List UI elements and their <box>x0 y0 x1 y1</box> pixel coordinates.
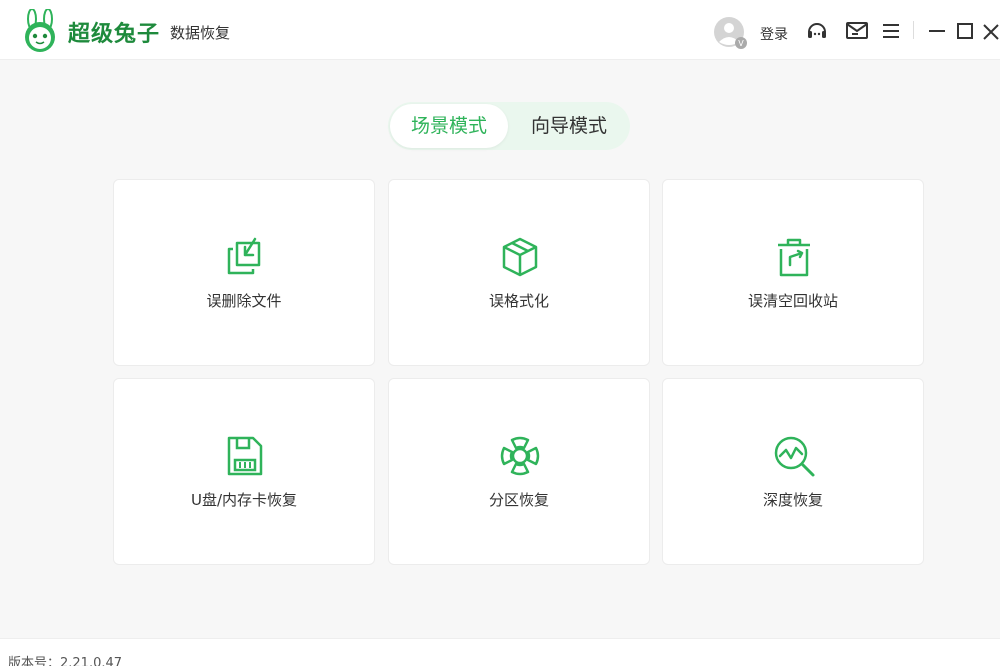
card-label: 分区恢复 <box>488 491 549 509</box>
card-label: 误格式化 <box>488 292 549 310</box>
title-bar: 超级兔子 数据恢复 V 登录 <box>0 0 1000 60</box>
card-recycle-bin[interactable]: 误清空回收站 <box>662 179 924 366</box>
card-partition[interactable]: 分区恢复 <box>388 378 650 565</box>
card-label: U盘/内存卡恢复 <box>190 491 298 509</box>
brand-name: 超级兔子 <box>68 21 161 47</box>
card-label: 误清空回收站 <box>747 292 838 310</box>
deep-scan-icon <box>774 436 815 477</box>
close-icon[interactable] <box>980 19 1000 43</box>
card-deep-scan[interactable]: 深度恢复 <box>662 378 924 565</box>
tab-scene-mode[interactable]: 场景模式 <box>390 104 508 148</box>
maximize-icon[interactable] <box>953 19 977 43</box>
usb-card-icon <box>227 436 263 476</box>
support-icon[interactable] <box>805 19 829 43</box>
card-format[interactable]: 误格式化 <box>388 179 650 366</box>
minimize-icon[interactable] <box>925 19 949 43</box>
avatar[interactable]: V <box>713 16 747 50</box>
partition-icon <box>500 436 540 476</box>
card-label: 深度恢复 <box>762 491 823 509</box>
menu-icon[interactable] <box>879 19 903 43</box>
status-bar: 版本号：2.21.0.47 <box>0 638 1000 666</box>
login-button[interactable]: 登录 <box>760 24 788 44</box>
card-usb-card[interactable]: U盘/内存卡恢复 <box>113 378 375 565</box>
tab-wizard-mode[interactable]: 向导模式 <box>512 102 626 150</box>
product-name: 数据恢复 <box>170 24 231 42</box>
titlebar-divider <box>913 21 914 39</box>
mode-switch: 场景模式 向导模式 <box>388 102 630 150</box>
avatar-badge: V <box>738 39 744 48</box>
format-cube-icon <box>502 237 538 277</box>
recycle-bin-icon <box>778 238 810 277</box>
card-label: 误删除文件 <box>206 292 282 310</box>
version-label: 版本号：2.21.0.47 <box>8 656 123 666</box>
deleted-file-icon <box>227 237 261 275</box>
card-deleted-file[interactable]: 误删除文件 <box>113 179 375 366</box>
feedback-icon[interactable] <box>845 19 869 43</box>
rabbit-logo-icon <box>25 9 55 52</box>
